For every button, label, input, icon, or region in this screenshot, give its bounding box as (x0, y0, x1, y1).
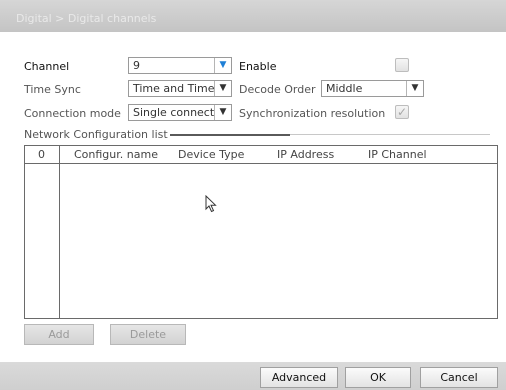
time-sync-label: Time Sync (24, 83, 81, 96)
advanced-button[interactable]: Advanced (260, 367, 338, 388)
column-header: Device Type (178, 148, 245, 161)
time-sync-select[interactable]: Time and Time ▼ (128, 80, 232, 97)
title-bar: Digital > Digital channels (0, 0, 506, 32)
decode-order-value: Middle (326, 82, 363, 95)
enable-label: Enable (239, 60, 277, 73)
mouse-pointer-icon (205, 195, 217, 213)
network-config-table[interactable]: 0 Configur. name Device Type IP Address … (24, 145, 498, 319)
column-header: IP Address (277, 148, 335, 161)
decode-order-label: Decode Order (239, 83, 316, 96)
chevron-down-icon: ▼ (406, 81, 423, 96)
chevron-down-icon: ▼ (214, 58, 231, 73)
section-divider (170, 134, 290, 136)
column-divider (59, 146, 60, 318)
sync-resolution-checkbox[interactable]: ✓ (395, 105, 409, 119)
channel-select[interactable]: 9 ▼ (128, 57, 232, 74)
network-list-label: Network Configuration list (24, 128, 168, 141)
cancel-button[interactable]: Cancel (420, 367, 498, 388)
chevron-down-icon: ▼ (214, 81, 231, 96)
window-title: Digital > Digital channels (16, 12, 157, 25)
connection-mode-select[interactable]: Single connect ▼ (128, 104, 232, 121)
section-divider-light (290, 134, 490, 135)
enable-checkbox[interactable] (395, 58, 409, 72)
channel-value: 9 (133, 59, 140, 72)
column-header: 0 (38, 148, 45, 161)
channel-label: Channel (24, 60, 70, 73)
connection-mode-label: Connection mode (24, 107, 121, 120)
chevron-down-icon: ▼ (214, 105, 231, 120)
column-header: IP Channel (368, 148, 427, 161)
delete-button[interactable]: Delete (110, 324, 186, 345)
checkmark-icon: ✓ (396, 105, 408, 119)
decode-order-select[interactable]: Middle ▼ (321, 80, 424, 97)
add-button[interactable]: Add (24, 324, 94, 345)
time-sync-value: Time and Time (133, 82, 215, 95)
sync-resolution-label: Synchronization resolution (239, 107, 386, 120)
table-header: 0 Configur. name Device Type IP Address … (25, 146, 497, 164)
column-header: Configur. name (74, 148, 158, 161)
connection-mode-value: Single connect (133, 106, 215, 119)
ok-button[interactable]: OK (345, 367, 411, 388)
